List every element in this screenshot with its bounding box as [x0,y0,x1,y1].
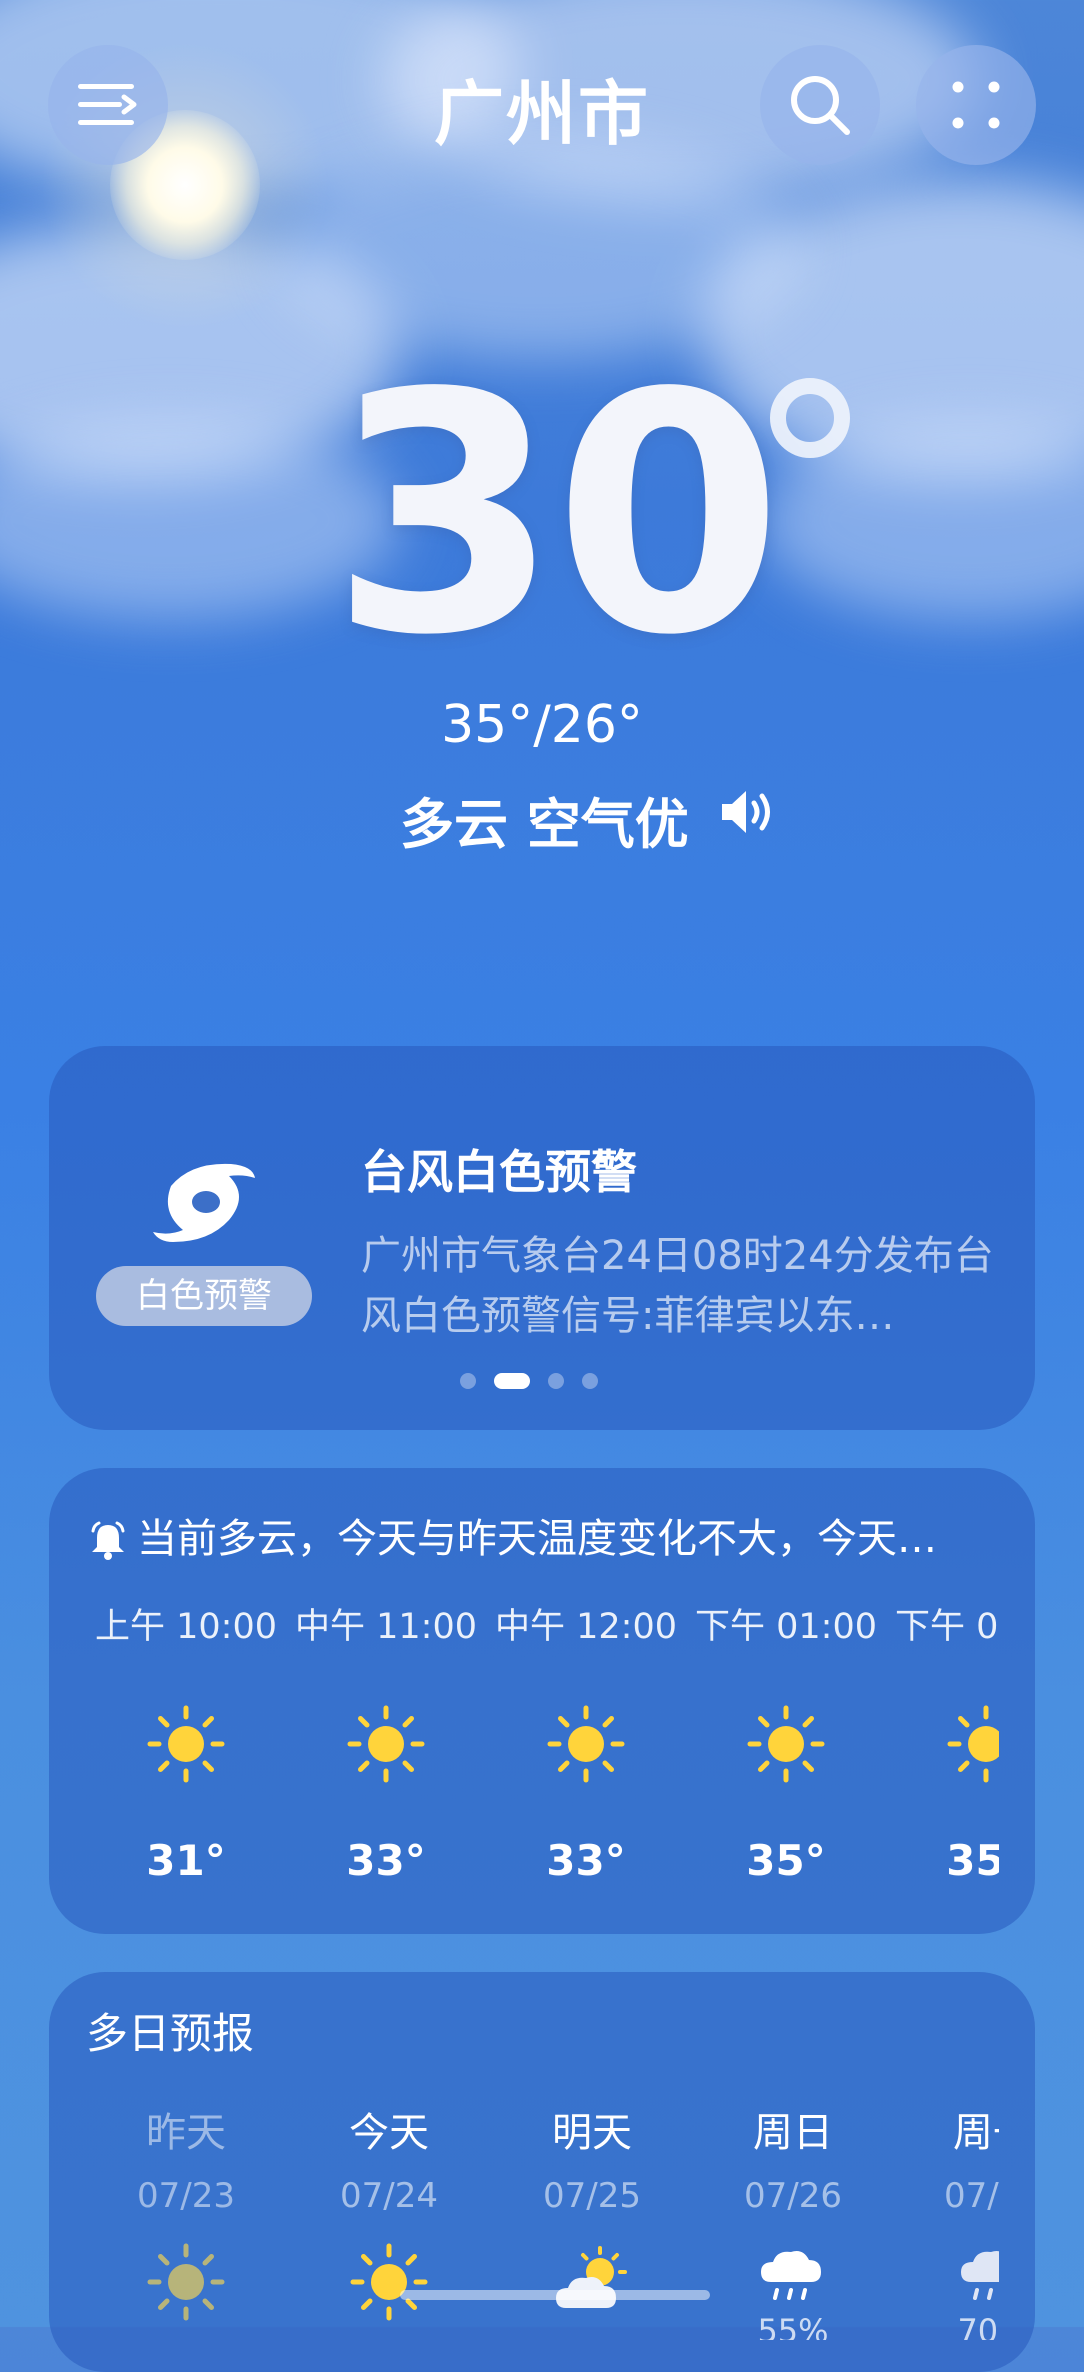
day-date: 07/26 [744,2176,842,2216]
day-date: 07/27 [944,2176,999,2216]
day-name: 昨天 [146,2110,226,2156]
daily-forecast-title: 多日预报 [86,2009,255,2058]
rain-cloud-icon [761,2251,821,2300]
hour-time: 下午 02:00 [895,1607,999,1647]
hour-temp: 35° [746,1836,826,1885]
hour-temp: 33° [546,1836,626,1885]
carousel-dot[interactable] [582,1373,598,1389]
degree-symbol [770,378,850,458]
hourly-item[interactable]: 下午 01:00 35° [686,1598,886,1885]
home-indicator[interactable] [400,2290,710,2300]
daily-item[interactable]: 周一 07/27 70% [893,2100,999,2340]
hour-temp: 31° [146,1836,226,1885]
warning-description: 广州市气象台24日08时24分发布台风白色预警信号:菲律宾以东… [361,1233,994,1339]
current-temperature: 30 [330,323,783,707]
grid-dots-icon [952,81,1000,129]
day-date: 07/23 [137,2176,235,2216]
hourly-list[interactable]: 上午 10:00 31° 中午 11:00 33° 中午 12:00 33° 下… [49,1598,999,1908]
sun-icon [147,1705,225,1783]
hour-time: 中午 11:00 [295,1607,477,1647]
typhoon-icon [153,1163,255,1242]
hour-time: 下午 01:00 [695,1607,877,1647]
day-name: 周日 [753,2110,833,2156]
speaker-icon[interactable] [718,787,780,837]
day-date: 07/25 [543,2176,641,2216]
day-name: 明天 [552,2110,632,2156]
high-low-temperature: 35°/26° [441,695,643,755]
hourly-item[interactable]: 中午 11:00 33° [286,1598,486,1885]
sun-icon [547,1705,625,1783]
day-name: 周一 [953,2110,999,2156]
carousel-dots[interactable] [460,1373,616,1389]
hourly-item[interactable]: 上午 10:00 31° [86,1598,286,1885]
sun-icon [350,2243,428,2321]
daily-list[interactable]: 昨天 07/23 今天 07/24 明天 07/25 周日 07/26 55% … [49,2100,999,2340]
hourly-item[interactable]: 下午 02:00 35° [886,1598,999,1885]
weather-condition: 多云 空气优 [400,793,689,856]
hourly-item[interactable]: 中午 12:00 33° [486,1598,686,1885]
day-date: 07/24 [340,2176,438,2216]
hour-time: 上午 10:00 [95,1607,277,1647]
sun-icon [947,1705,999,1783]
partly-cloudy-icon [556,2246,627,2308]
weather-notice[interactable]: 当前多云，今天与昨天温度变化不大，今天… [89,1506,1009,1564]
warning-level-badge: 白色预警 [96,1266,312,1326]
rain-cloud-icon [961,2251,999,2300]
carousel-dot[interactable] [460,1373,476,1389]
weather-notice-text: 当前多云，今天与昨天温度变化不大，今天… [137,1516,937,1562]
search-icon [791,76,850,135]
day-name: 今天 [349,2110,429,2156]
search-button[interactable] [760,45,880,165]
hourly-forecast-card[interactable]: 当前多云，今天与昨天温度变化不大，今天… 上午 10:00 31° 中午 11:… [49,1468,1035,1934]
daily-item[interactable]: 昨天 07/23 [86,2100,286,2326]
hour-time: 中午 12:00 [495,1607,677,1647]
warning-title: 台风白色预警 [361,1145,637,1199]
hour-temp: 35° [946,1836,999,1885]
bell-icon [91,1521,125,1560]
sun-icon [147,2243,225,2321]
sun-icon [347,1705,425,1783]
carousel-dot-active[interactable] [494,1373,530,1389]
typhoon-warning-card[interactable]: 白色预警 台风白色预警 广州市气象台24日08时24分发布台风白色预警信号:菲律… [49,1046,1035,1430]
daily-forecast-card[interactable]: 多日预报 昨天 07/23 今天 07/24 明天 07/25 周日 07/26… [49,1972,1035,2372]
daily-item[interactable]: 周日 07/26 55% [693,2100,893,2340]
sun-icon [747,1705,825,1783]
hour-temp: 33° [346,1836,426,1885]
more-button[interactable] [916,45,1036,165]
carousel-dot[interactable] [548,1373,564,1389]
